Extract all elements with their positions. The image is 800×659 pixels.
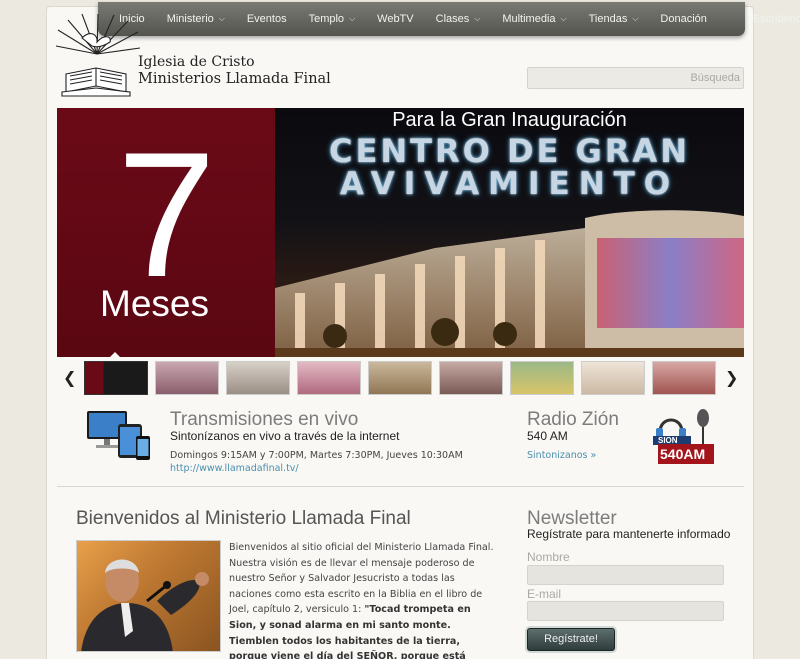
transmisiones-title: Transmisiones en vivo xyxy=(170,409,359,430)
nav-item-templo[interactable]: Templo ⌵ xyxy=(298,13,367,25)
transmisiones-subtitle: Sintonízanos en vivo a través de la inte… xyxy=(170,429,400,443)
banner-title-line-1: CENTRO DE GRAN xyxy=(329,132,690,170)
nav-item-multimedia[interactable]: Multimedia ⌵ xyxy=(491,13,577,25)
chevron-down-icon: ⌵ xyxy=(349,14,356,23)
email-field[interactable] xyxy=(527,601,724,621)
nav-item-eventos[interactable]: Eventos xyxy=(236,13,298,25)
thumbnail-2[interactable] xyxy=(155,361,219,395)
name-field[interactable] xyxy=(527,565,724,585)
section-divider xyxy=(57,486,744,487)
banner-image-panel: Para la Gran Inauguración CENTRO DE GRAN… xyxy=(275,108,744,357)
banner-countdown-panel: 7 Meses xyxy=(57,108,275,357)
register-button[interactable]: Regístrate! xyxy=(527,628,615,651)
active-thumb-pointer xyxy=(108,352,122,359)
prev-arrow-icon[interactable]: ❮ xyxy=(63,368,76,387)
chevron-down-icon: ⌵ xyxy=(632,14,639,23)
banner-subtitle: Para la Gran Inauguración xyxy=(392,109,627,131)
hero-banner[interactable]: 7 Meses Para la Gran Inauguración CENTRO… xyxy=(57,108,744,357)
chevron-down-icon: ⌵ xyxy=(218,14,225,23)
open-bible-dove-icon[interactable] xyxy=(52,12,142,98)
nav-item-escribenos[interactable]: Escribenos⌵ xyxy=(742,13,800,25)
transmisiones-link[interactable]: http://www.llamadafinal.tv/ xyxy=(170,463,299,474)
chevron-down-icon: ⌵ xyxy=(560,14,567,23)
radio-logo-frequency: 540AM xyxy=(660,446,706,462)
radio-logo-name: SION xyxy=(658,436,678,445)
thumbnail-4[interactable] xyxy=(297,361,361,395)
welcome-title: Bienvenidos al Ministerio Llamada Final xyxy=(76,508,411,529)
banner-months: Meses xyxy=(100,283,209,324)
logo-line-2: Ministerios Llamada Final xyxy=(138,71,331,87)
thumbnail-6[interactable] xyxy=(439,361,503,395)
thumbnail-8[interactable] xyxy=(581,361,645,395)
thumbnail-1[interactable] xyxy=(84,361,148,395)
building-illustration xyxy=(275,210,744,357)
thumbnail-5[interactable] xyxy=(368,361,432,395)
nav-item-clases[interactable]: Clases ⌵ xyxy=(425,13,492,25)
site-logo-text[interactable]: Iglesia de Cristo Ministerios Llamada Fi… xyxy=(138,54,331,87)
thumbnail-7[interactable] xyxy=(510,361,574,395)
devices-icon xyxy=(87,411,150,460)
radio-tune-link[interactable]: Sintonizanos » xyxy=(527,450,596,461)
next-arrow-icon[interactable]: ❯ xyxy=(725,368,738,387)
name-label: Nombre xyxy=(527,550,570,564)
radio-frequency: 540 AM xyxy=(527,429,568,443)
pastor-photo xyxy=(76,540,221,652)
chevron-down-icon: ⌵ xyxy=(474,14,481,23)
logo-line-1: Iglesia de Cristo xyxy=(138,54,255,70)
welcome-text: Bienvenidos al sitio oficial del Ministe… xyxy=(229,540,497,659)
banner-number: 7 xyxy=(117,115,216,314)
nav-item-donacion[interactable]: Donación xyxy=(649,13,717,25)
nav-item-tiendas[interactable]: Tiendas ⌵ xyxy=(578,13,650,25)
email-label: E-mail xyxy=(527,587,562,601)
radio-title: Radio Zión xyxy=(527,409,619,430)
transmisiones-schedule: Domingos 9:15AM y 7:00PM, Martes 7:30PM,… xyxy=(170,450,463,461)
thumbnail-9[interactable] xyxy=(652,361,716,395)
banner-title-line-2: AVIVAMIENTO xyxy=(339,166,680,202)
nav-item-webtv[interactable]: WebTV xyxy=(366,13,424,25)
nav-item-ministerio[interactable]: Ministerio ⌵ xyxy=(156,13,236,25)
banner-thumbnail-strip: ❮ ❯ xyxy=(57,352,744,398)
radio-logo[interactable]: SION 540AM xyxy=(652,406,718,466)
main-nav: Inicio Ministerio ⌵ Eventos Templo ⌵ WebTV… xyxy=(98,2,800,36)
thumbnail-3[interactable] xyxy=(226,361,290,395)
search-input[interactable]: Búsqueda xyxy=(527,67,744,89)
newsletter-subtitle: Regístrate para mantenerte informado xyxy=(527,527,731,541)
